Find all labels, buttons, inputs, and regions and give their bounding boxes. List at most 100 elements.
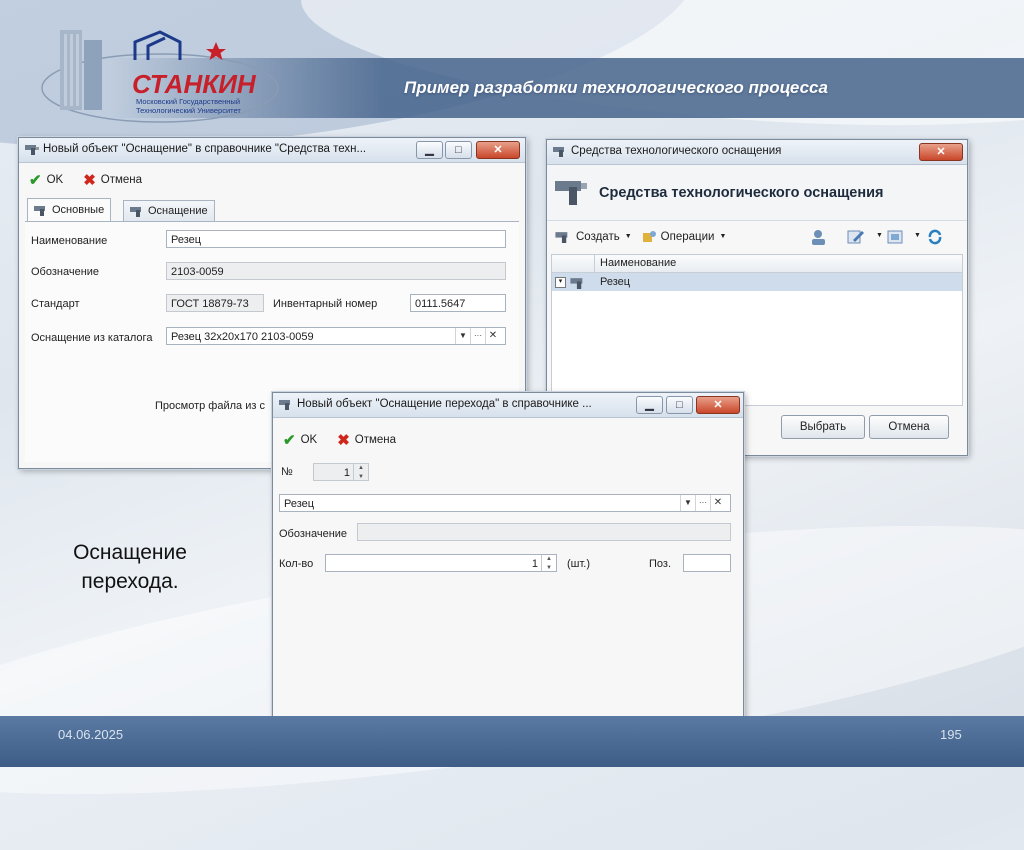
catalog-value: Резец 32x20x170 2103-0059 (171, 331, 314, 343)
designation-field[interactable]: 2103-0059 (166, 262, 506, 280)
quantity-spinner[interactable]: 1 ▲ ▼ (325, 554, 557, 572)
standard-field[interactable]: ГОСТ 18879-73 (166, 294, 264, 312)
maximize-button[interactable]: □ (666, 396, 693, 414)
cancel-button[interactable]: ✖ Отмена (337, 431, 396, 449)
tab-label: Оснащение (148, 205, 208, 217)
minimize-icon: ▁ (425, 144, 434, 156)
check-icon: ✔ (29, 172, 42, 189)
close-icon: ✕ (936, 146, 946, 158)
tab-label: Основные (52, 204, 105, 216)
close-button[interactable]: ✕ (476, 141, 520, 159)
caption-line: перехода. (81, 570, 179, 593)
equipment-icon (555, 232, 568, 243)
toolbar: ✔ OK ✖ Отмена (29, 171, 142, 189)
designation-label: Обозначение (279, 528, 348, 540)
operations-button[interactable]: Операции ▼ (642, 230, 727, 243)
create-button[interactable]: Создать ▼ (555, 230, 632, 243)
title-bar[interactable]: Средства технологического оснащения ✕ (547, 140, 967, 165)
close-icon: ✕ (713, 399, 723, 411)
slide-date: 04.06.2025 (58, 727, 124, 742)
slide-number: 195 (940, 727, 962, 742)
title-bar[interactable]: Новый объект "Оснащение" в справочнике "… (19, 138, 525, 163)
position-field[interactable] (683, 554, 731, 572)
caption-line: Оснащение (73, 541, 187, 564)
title-bar[interactable]: Новый объект "Оснащение перехода" в спра… (273, 393, 743, 418)
ellipsis-button[interactable]: ··· (695, 495, 710, 511)
svg-text:Технологический Университет: Технологический Университет (136, 106, 241, 115)
dropdown-arrow-icon[interactable]: ▼ (914, 232, 921, 239)
window-title: Новый объект "Оснащение перехода" в спра… (297, 398, 592, 410)
equipment-large-icon (555, 181, 587, 205)
number-spinner[interactable]: 1 ▲ ▼ (313, 463, 369, 481)
equipment-icon (25, 145, 39, 155)
edit-icon[interactable] (847, 229, 865, 245)
spinner-arrows-icon[interactable]: ▲ ▼ (541, 555, 556, 571)
inventory-label: Инвентарный номер (273, 298, 378, 310)
dropdown-arrow-icon[interactable]: ▼ (455, 328, 470, 344)
equipment-icon (553, 147, 564, 157)
cancel-button[interactable]: Отмена (869, 415, 949, 439)
footer-band (0, 716, 1024, 767)
grid-header: Наименование (552, 255, 962, 273)
close-button[interactable]: ✕ (696, 396, 740, 414)
name-label: Наименование (31, 235, 108, 247)
position-label: Поз. (649, 558, 671, 570)
operations-icon (642, 231, 656, 242)
slide-title: Пример разработки технологического проце… (404, 78, 828, 97)
equipment-icon (279, 400, 290, 410)
equipment-icon (570, 278, 583, 289)
ellipsis-button[interactable]: ··· (470, 328, 485, 344)
equipment-combo[interactable]: Резец ▼ ··· ✕ (279, 494, 731, 512)
catalog-toolbar: Создать ▼ Операции ▼ (555, 230, 726, 243)
clear-icon[interactable]: ✕ (710, 495, 725, 511)
tab-equipment[interactable]: Оснащение (123, 200, 215, 221)
spinner-arrows-icon[interactable]: ▲ ▼ (353, 464, 368, 480)
dropdown-arrow-icon[interactable]: ▼ (680, 495, 695, 511)
select-button[interactable]: Выбрать (781, 415, 865, 439)
equipment-value: Резец (284, 498, 315, 510)
dropdown-arrow-icon: ▼ (719, 233, 727, 240)
user-icon[interactable] (809, 228, 829, 246)
table-row[interactable]: ▾ Резец (552, 273, 962, 291)
view-icon[interactable] (887, 229, 905, 245)
minimize-icon: ▁ (645, 399, 654, 411)
stankin-logo: СТАНКИН Московский Государственный Техно… (41, 30, 279, 123)
cancel-button[interactable]: ✖ Отмена (83, 171, 142, 189)
maximize-button[interactable]: □ (445, 141, 472, 159)
window-title: Средства технологического оснащения (571, 145, 782, 157)
cross-icon: ✖ (83, 172, 96, 189)
clear-icon[interactable]: ✕ (485, 328, 500, 344)
number-label: № (281, 466, 293, 478)
close-icon: ✕ (493, 144, 503, 156)
row-name: Резец (600, 276, 631, 288)
number-value: 1 (343, 467, 350, 479)
indicator-column (552, 255, 595, 272)
catalog-label: Оснащение из каталога (31, 332, 153, 344)
header-panel: Средства технологического оснащения (547, 165, 967, 221)
quantity-label: Кол-во (279, 558, 314, 570)
designation-field[interactable] (357, 523, 731, 541)
equipment-icon (130, 207, 141, 217)
inventory-field[interactable]: 0111.5647 (410, 294, 506, 312)
svg-text:СТАНКИН: СТАНКИН (132, 69, 257, 99)
toolbar: ✔ OK ✖ Отмена (283, 431, 396, 449)
operations-label: Операции (660, 230, 715, 243)
standard-label: Стандарт (31, 298, 80, 310)
file-preview-label: Просмотр файла из с (155, 400, 265, 412)
minimize-button[interactable]: ▁ (416, 141, 443, 159)
close-button[interactable]: ✕ (919, 143, 963, 161)
name-field[interactable]: Резец (166, 230, 506, 248)
refresh-icon[interactable] (927, 229, 943, 245)
catalog-combo[interactable]: Резец 32x20x170 2103-0059 ▼ ··· ✕ (166, 327, 506, 345)
ok-button[interactable]: ✔ OK (29, 171, 63, 189)
minimize-button[interactable]: ▁ (636, 396, 663, 414)
ok-label: OK (46, 174, 64, 186)
expand-icon[interactable]: ▾ (555, 277, 566, 288)
dropdown-arrow-icon[interactable]: ▼ (876, 232, 883, 239)
unit-label: (шт.) (567, 558, 591, 570)
new-transition-equipment-window: Новый объект "Оснащение перехода" в спра… (272, 392, 744, 754)
ok-button[interactable]: ✔ OK (283, 431, 317, 449)
slide-caption: Оснащение перехода. (50, 538, 210, 596)
column-name[interactable]: Наименование (600, 255, 676, 272)
tab-main[interactable]: Основные (27, 198, 112, 221)
